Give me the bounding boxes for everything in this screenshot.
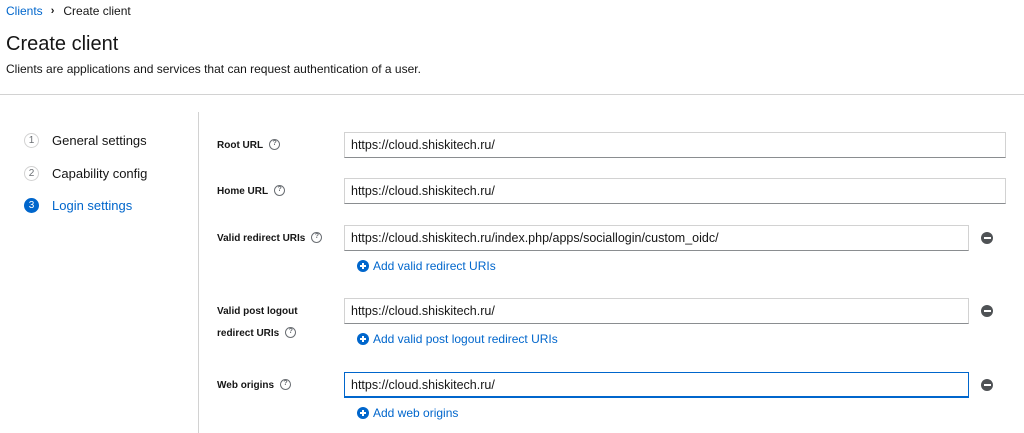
add-web-origins-button[interactable]: Add web origins <box>357 406 458 420</box>
root-url-label: Root URL? <box>217 135 281 157</box>
page-title: Create client <box>6 33 119 55</box>
chevron-right-icon: › <box>50 5 55 17</box>
add-post-logout-redirect-uri-label: Add valid post logout redirect URIs <box>373 332 558 346</box>
breadcrumb-clients-link[interactable]: Clients <box>6 4 43 18</box>
breadcrumb-current: Create client <box>63 4 131 18</box>
valid-redirect-uri-input[interactable] <box>344 225 969 251</box>
plus-circle-icon <box>357 407 369 419</box>
question-circle-icon[interactable]: ? <box>269 138 281 150</box>
wizard-step-capability-config[interactable]: 2 Capability config <box>24 165 147 182</box>
remove-web-origin-button[interactable] <box>981 379 993 391</box>
home-url-label: Home URL? <box>217 181 286 203</box>
valid-redirect-uris-label: Valid redirect URIs? <box>217 228 323 250</box>
minus-circle-icon <box>983 384 991 386</box>
header-divider <box>0 94 1024 95</box>
minus-circle-icon <box>983 310 991 312</box>
wizard-nav: 1 General settings 2 Capability config 3… <box>24 132 147 230</box>
post-logout-redirect-uri-input[interactable] <box>344 298 969 324</box>
step-label: Capability config <box>52 165 148 181</box>
post-logout-label-line1: Valid post logout <box>217 306 298 317</box>
add-valid-redirect-uri-label: Add valid redirect URIs <box>373 259 496 273</box>
valid-post-logout-redirect-uris-label: Valid post logout redirect URIs? <box>217 301 298 345</box>
vertical-divider <box>198 112 199 433</box>
add-post-logout-redirect-uri-button[interactable]: Add valid post logout redirect URIs <box>357 332 558 346</box>
step-number: 2 <box>24 165 39 181</box>
home-url-input[interactable] <box>344 178 1006 204</box>
remove-redirect-uri-button[interactable] <box>981 232 993 244</box>
valid-redirect-uris-label-text: Valid redirect URIs <box>217 233 306 244</box>
remove-post-logout-uri-button[interactable] <box>981 305 993 317</box>
root-url-label-text: Root URL <box>217 140 264 151</box>
wizard-step-login-settings[interactable]: 3 Login settings <box>24 197 147 214</box>
wizard-step-general-settings[interactable]: 1 General settings <box>24 132 147 149</box>
question-circle-icon[interactable]: ? <box>280 378 292 390</box>
plus-circle-icon <box>357 260 369 272</box>
web-origins-label-text: Web origins <box>217 380 275 391</box>
add-valid-redirect-uri-button[interactable]: Add valid redirect URIs <box>357 259 496 273</box>
question-circle-icon[interactable]: ? <box>311 231 323 243</box>
minus-circle-icon <box>983 237 991 239</box>
post-logout-label-line2: redirect URIs <box>217 328 280 339</box>
web-origins-label: Web origins? <box>217 375 292 397</box>
step-label: General settings <box>52 133 147 148</box>
step-label: Login settings <box>52 198 133 213</box>
step-number: 3 <box>24 198 39 213</box>
root-url-input[interactable] <box>344 132 1006 158</box>
page-subtitle: Clients are applications and services th… <box>6 62 421 76</box>
add-web-origins-label: Add web origins <box>373 406 459 420</box>
question-circle-icon[interactable]: ? <box>274 184 286 196</box>
home-url-label-text: Home URL <box>217 186 269 197</box>
breadcrumb: Clients › Create client <box>6 4 131 18</box>
web-origins-input[interactable] <box>344 372 969 398</box>
step-number: 1 <box>24 133 39 148</box>
plus-circle-icon <box>357 333 369 345</box>
question-circle-icon[interactable]: ? <box>285 326 297 338</box>
